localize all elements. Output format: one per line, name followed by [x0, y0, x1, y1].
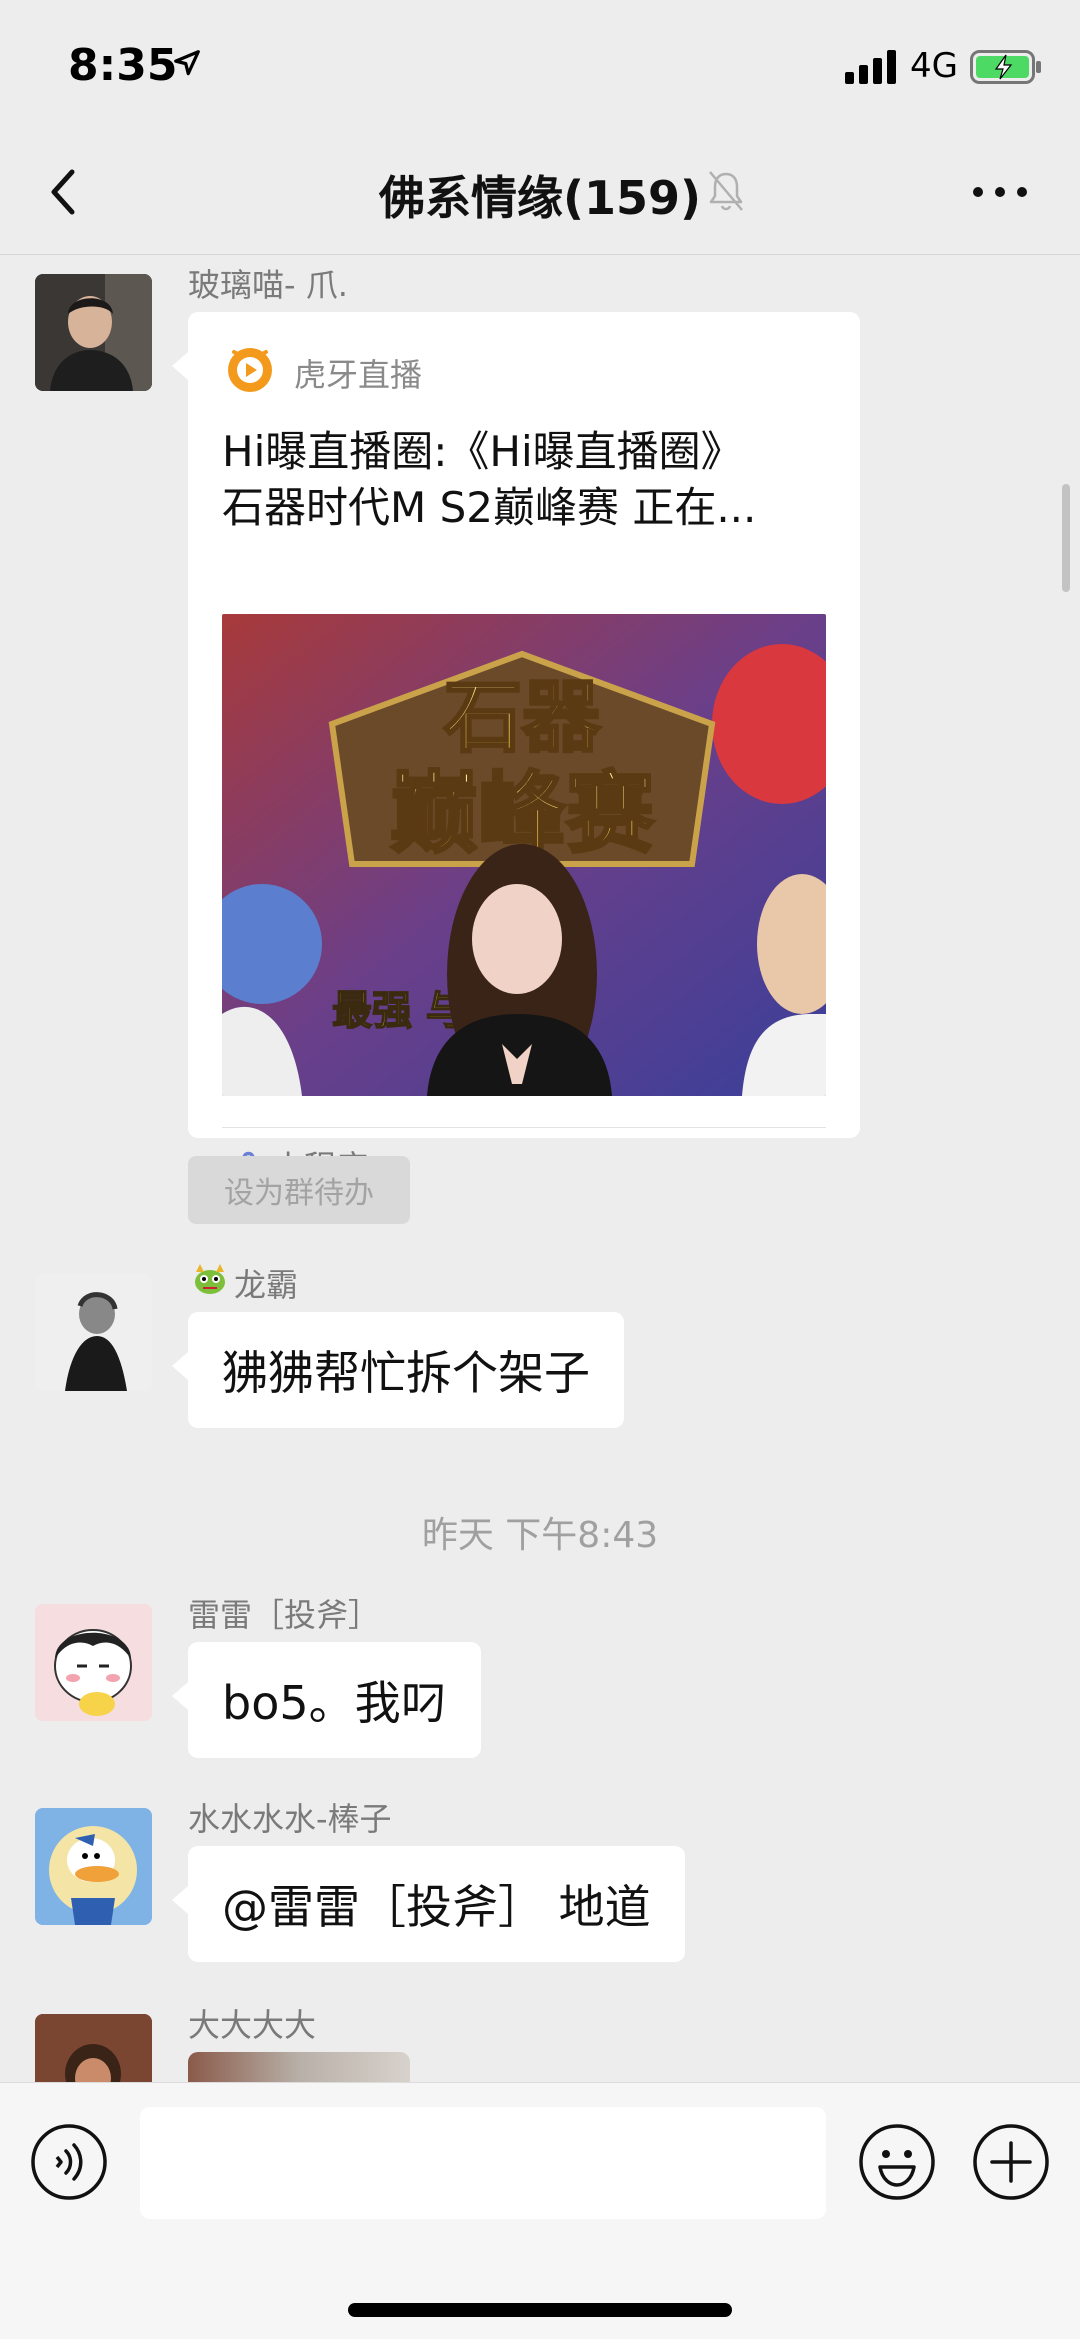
card-description: Hi曝直播圈:《Hi曝直播圈》 石器时代M S2巅峰赛 正在...: [222, 424, 832, 536]
message-item: 玻璃喵- 爪. 虎牙直播 Hi曝直播圈:《Hi曝直播圈》 石器时代M S2巅峰赛…: [0, 256, 1080, 1236]
avatar[interactable]: [35, 1274, 152, 1391]
signal-icon: [845, 50, 896, 84]
sender-name: 龙霸: [234, 1266, 299, 1304]
battery-charging-icon: [970, 50, 1041, 84]
avatar[interactable]: [35, 2014, 152, 2082]
status-bar: 8:35 4G: [0, 0, 1080, 130]
voice-input-icon[interactable]: [30, 2123, 108, 2201]
status-time: 8:35: [68, 40, 178, 91]
message-input[interactable]: [140, 2107, 826, 2219]
avatar[interactable]: [35, 1808, 152, 1925]
message-item: 大大大大: [0, 1996, 1080, 2082]
timestamp: 昨天 下午8:43: [421, 1515, 659, 1556]
mute-bell-icon: [709, 171, 743, 211]
card-thumbnail: 石器 巅峰赛 最强 与争锋: [222, 614, 826, 1096]
dragon-emoji-icon: [195, 1264, 225, 1294]
emoji-icon[interactable]: [858, 2123, 936, 2201]
huya-logo-icon: [228, 348, 272, 392]
more-options-icon[interactable]: [970, 180, 1030, 204]
image-message-preview[interactable]: [188, 2052, 410, 2082]
avatar[interactable]: [35, 274, 152, 391]
message-item: 雷雷［投斧］ bo5。我叼: [0, 1586, 1080, 1776]
input-bar: [0, 2082, 1080, 2339]
thumbnail-title-1: 石器: [444, 673, 601, 763]
card-description-line-2: 石器时代M S2巅峰赛 正在...: [222, 483, 757, 532]
card-source: 虎牙直播: [294, 356, 423, 394]
home-indicator: [348, 2303, 732, 2317]
card-description-line-1: Hi曝直播圈:《Hi曝直播圈》: [222, 427, 743, 476]
add-more-icon[interactable]: [972, 2123, 1050, 2201]
sender-name: 雷雷［投斧］: [188, 1596, 381, 1634]
message-bubble[interactable]: @雷雷［投斧］ 地道: [172, 1846, 685, 1962]
sender-name: 大大大大: [188, 2006, 317, 2044]
avatar[interactable]: [35, 1604, 152, 1721]
chat-header: 佛系情缘(159): [0, 130, 1080, 255]
sender-name: 水水水水-棒子: [188, 1800, 392, 1838]
message-bubble[interactable]: bo5。我叼: [172, 1642, 481, 1758]
message-item: 水水水水-棒子 @雷雷［投斧］ 地道: [0, 1790, 1080, 1980]
location-arrow-icon: [174, 50, 200, 76]
sender-name: 玻璃喵- 爪.: [188, 266, 348, 304]
set-group-todo-button[interactable]: 设为群待办: [188, 1156, 410, 1224]
card-divider: [222, 1127, 826, 1128]
network-type: 4G: [910, 46, 958, 86]
chat-title: 佛系情缘(159): [378, 171, 702, 225]
scrollbar[interactable]: [1062, 484, 1070, 592]
mini-program-card[interactable]: 虎牙直播 Hi曝直播圈:《Hi曝直播圈》 石器时代M S2巅峰赛 正在... 石…: [172, 312, 860, 1186]
message-item: 龙霸 狒狒帮忙拆个架子: [0, 1256, 1080, 1446]
message-bubble[interactable]: 狒狒帮忙拆个架子: [172, 1312, 624, 1428]
message-list[interactable]: 玻璃喵- 爪. 虎牙直播 Hi曝直播圈:《Hi曝直播圈》 石器时代M S2巅峰赛…: [0, 256, 1080, 2082]
